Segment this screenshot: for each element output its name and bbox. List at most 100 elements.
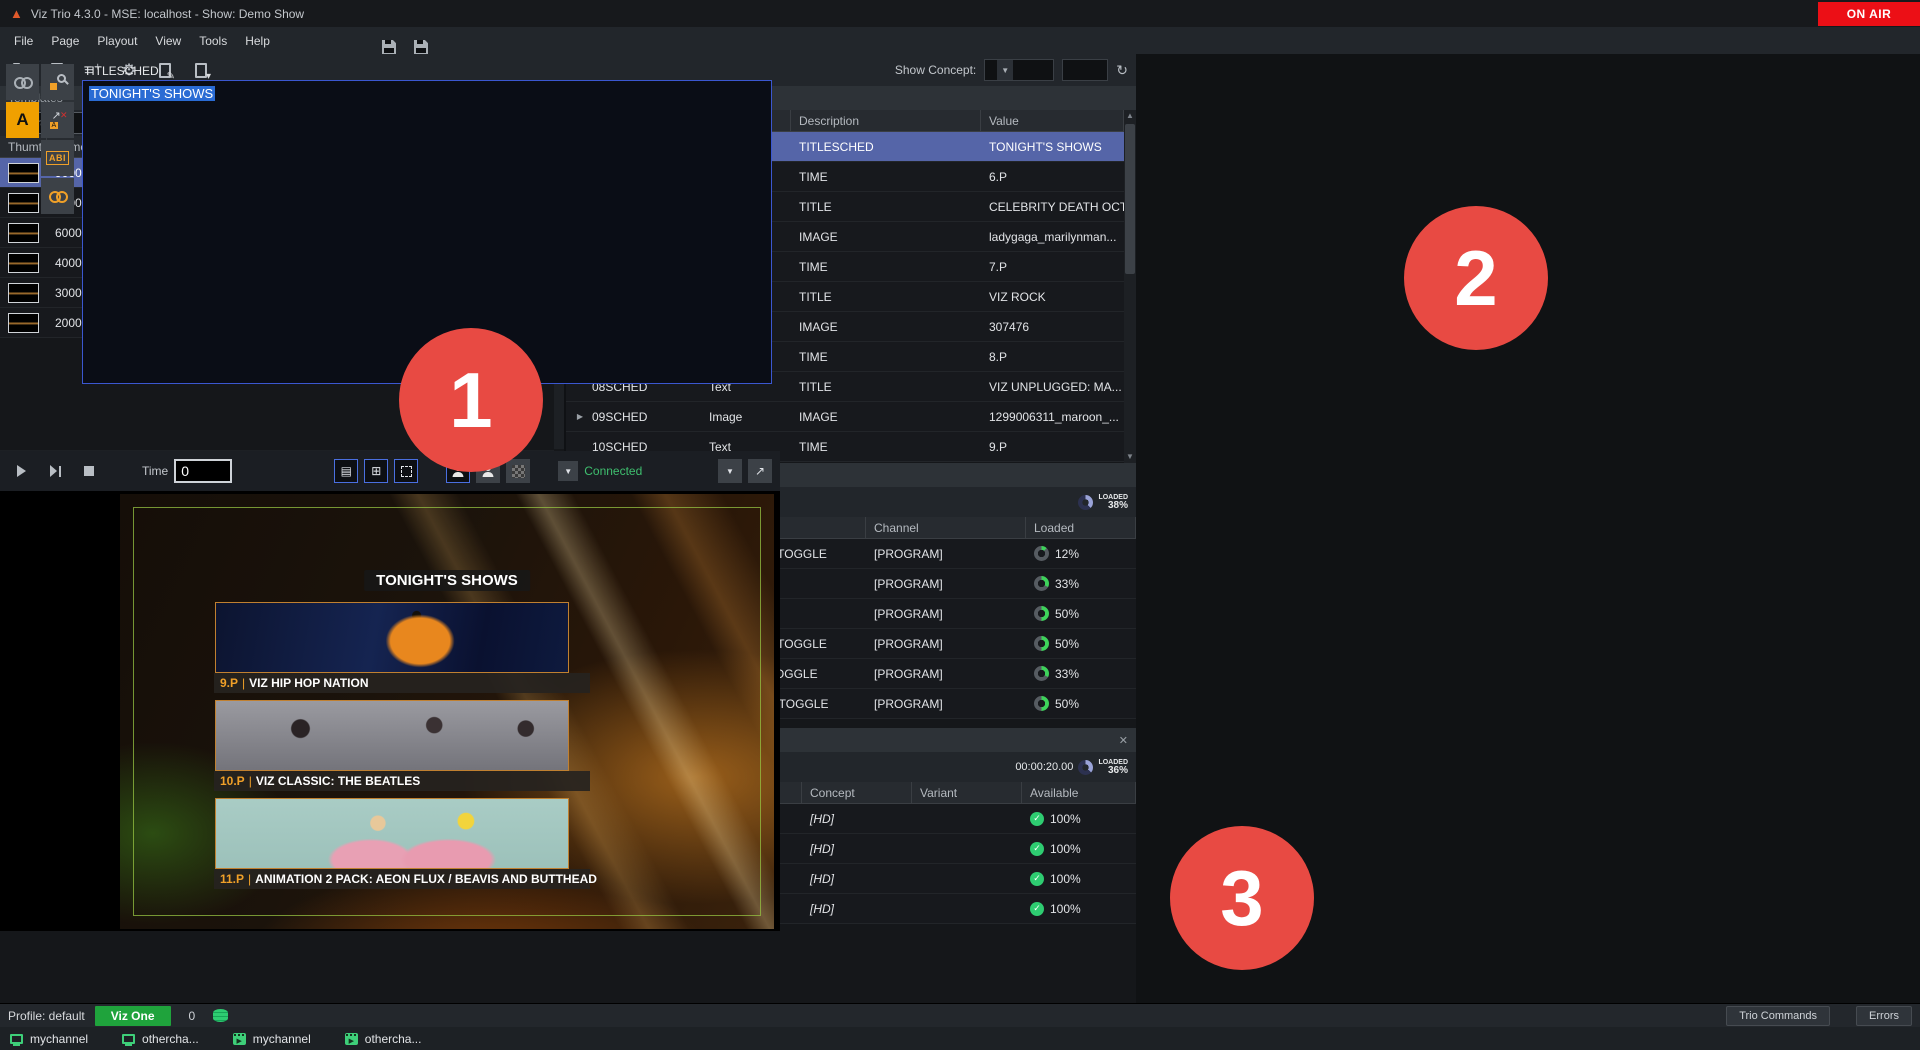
column-header[interactable]: Description <box>791 110 981 131</box>
column-header[interactable]: Loaded <box>1026 517 1136 538</box>
abi-icon: ABI <box>46 151 69 165</box>
field-value-editor[interactable]: TONIGHT'S SHOWS <box>82 80 772 384</box>
field-label: TITLESCHED <box>84 64 159 78</box>
playlist-concept: [HD] <box>802 902 912 916</box>
show-caption: 10.P|VIZ CLASSIC: THE BEATLES <box>214 771 590 791</box>
column-header[interactable]: Variant <box>912 782 1022 803</box>
abi-format-button[interactable]: ABI <box>41 140 74 176</box>
trio-commands-button[interactable]: Trio Commands <box>1726 1006 1830 1026</box>
close-playlist-icon[interactable]: ✕ <box>1119 734 1128 747</box>
preview-controls: Time ▤ ⊞ ▼ Connected ▼ ↗ <box>0 451 780 491</box>
video-channel-icon: ▶ <box>345 1033 358 1045</box>
tab-field-description: IMAGE <box>791 230 981 244</box>
viz-one-button[interactable]: Viz One <box>95 1006 171 1026</box>
tab-field-value: 307476 <box>981 320 1124 334</box>
menu-playout[interactable]: Playout <box>89 30 145 52</box>
tab-field-description: TIME <box>791 350 981 364</box>
column-header[interactable]: Value <box>981 110 1124 131</box>
check-icon: ✓ <box>1030 902 1044 916</box>
concept-value-box[interactable] <box>1062 59 1108 81</box>
column-header[interactable]: Concept <box>802 782 912 803</box>
linked-fields-button[interactable] <box>41 178 74 214</box>
page-edit-icon: ✎ <box>159 63 171 78</box>
tab-field-name: ▶09SCHED <box>566 410 701 424</box>
preview-dropdown-button[interactable]: ▼ <box>718 459 742 483</box>
page-import-icon: ▾ <box>195 63 207 78</box>
tab-field-description: TITLE <box>791 290 981 304</box>
preview-video: TONIGHT'S SHOWS 9.P|VIZ HIP HOP NATION10… <box>120 494 774 929</box>
profile-label: Profile: default <box>8 1009 85 1023</box>
column-header[interactable]: Channel <box>866 517 1026 538</box>
preview-stop-button[interactable] <box>76 459 102 483</box>
scroll-up-icon[interactable]: ▲ <box>1124 110 1136 122</box>
menu-tools[interactable]: Tools <box>191 30 235 52</box>
caption-separator: | <box>248 872 251 886</box>
time-input[interactable] <box>174 459 232 483</box>
column-header[interactable]: Available <box>1022 782 1136 803</box>
channel-label: mychannel <box>253 1032 311 1046</box>
tab-field-description: TITLE <box>791 380 981 394</box>
tab-field-value: 6.P <box>981 170 1124 184</box>
channel-label: mychannel <box>30 1032 88 1046</box>
show-thumbnail-image <box>215 798 569 869</box>
tab-field-row[interactable]: ▶09SCHEDImageIMAGE1299006311_maroon_... <box>566 402 1124 432</box>
transform-field-button[interactable]: ✕ <box>41 102 74 138</box>
view-safe-area-button[interactable] <box>394 459 418 483</box>
viz-one-count: 0 <box>181 1009 204 1023</box>
loaded-pie-icon <box>1034 636 1049 651</box>
channels-bar: mychannelothercha...▶mychannel▶othercha.… <box>0 1027 1920 1050</box>
editing-panel: Editing Template 9000 ▼ ⇥ ◫ ⇤ ⊞ ▦ ◔ <box>0 0 780 949</box>
search-template-button[interactable] <box>41 64 74 100</box>
preview-play-button[interactable] <box>8 459 34 483</box>
preview-step-button[interactable] <box>40 459 70 483</box>
link-field-button[interactable] <box>6 64 39 100</box>
show-time: 10.P <box>220 774 245 788</box>
view-boundingbox-button[interactable]: ⊞ <box>364 459 388 483</box>
channel-chip[interactable]: othercha... <box>122 1032 199 1046</box>
menu-bar: FilePagePlayoutViewToolsHelp <box>0 27 1920 54</box>
show-title: ANIMATION 2 PACK: AEON FLUX / BEAVIS AND… <box>255 872 597 886</box>
channel-chip[interactable]: mychannel <box>10 1032 88 1046</box>
connection-dropdown[interactable]: ▼ <box>558 461 578 481</box>
channel-chip[interactable]: ▶mychannel <box>233 1032 311 1046</box>
window-title: Viz Trio 4.3.0 - MSE: localhost - Show: … <box>31 7 304 21</box>
playlist-available: ✓100% <box>1022 842 1136 856</box>
menu-help[interactable]: Help <box>237 30 278 52</box>
viz-logo-icon: ▲ <box>10 6 23 21</box>
loaded-pie-icon <box>1034 696 1049 711</box>
on-air-badge: ON AIR <box>1818 2 1920 26</box>
tab-field-description: TITLE <box>791 200 981 214</box>
tab-field-description: TIME <box>791 260 981 274</box>
show-title: VIZ HIP HOP NATION <box>249 676 368 690</box>
show-concept-dropdown[interactable]: ▼ <box>984 59 1054 81</box>
errors-button[interactable]: Errors <box>1856 1006 1912 1026</box>
playlist-duration: 00:00:20.00 <box>1015 761 1073 773</box>
scroll-down-icon[interactable]: ▼ <box>1124 451 1136 463</box>
alpha-preview-button[interactable] <box>506 459 530 483</box>
tab-field-description: TITLESCHED <box>791 140 981 154</box>
tab-fields-scrollbar[interactable]: ▲ ▼ <box>1124 110 1136 463</box>
page-loaded: 33% <box>1026 576 1136 591</box>
tab-field-value: ladygaga_marilynman... <box>981 230 1124 244</box>
menu-view[interactable]: View <box>147 30 189 52</box>
menu-page[interactable]: Page <box>43 30 87 52</box>
font-a-icon: A <box>16 110 28 130</box>
annotation-circle-1: 1 <box>399 328 543 472</box>
tab-field-type: Image <box>701 410 791 424</box>
channel-chip[interactable]: ▶othercha... <box>345 1032 422 1046</box>
tab-field-description: TIME <box>791 170 981 184</box>
refresh-concepts-icon[interactable]: ↻ <box>1116 62 1128 79</box>
playlist-available: ✓100% <box>1022 812 1136 826</box>
expand-icon[interactable]: ▶ <box>574 412 586 421</box>
page-loaded: 50% <box>1026 606 1136 621</box>
detach-preview-button[interactable]: ↗ <box>748 459 772 483</box>
view-title-area-button[interactable]: ▤ <box>334 459 358 483</box>
annotation-circle-2: 2 <box>1404 206 1548 350</box>
checker-icon <box>512 465 525 478</box>
status-bar: Profile: default Viz One 0 Trio Commands… <box>0 1003 1920 1027</box>
loaded-pie-icon <box>1034 576 1049 591</box>
page-channel: [PROGRAM] <box>866 547 1026 561</box>
tab-field-description: IMAGE <box>791 410 981 424</box>
text-edit-button[interactable]: A <box>6 102 39 138</box>
menu-file[interactable]: File <box>6 30 41 52</box>
